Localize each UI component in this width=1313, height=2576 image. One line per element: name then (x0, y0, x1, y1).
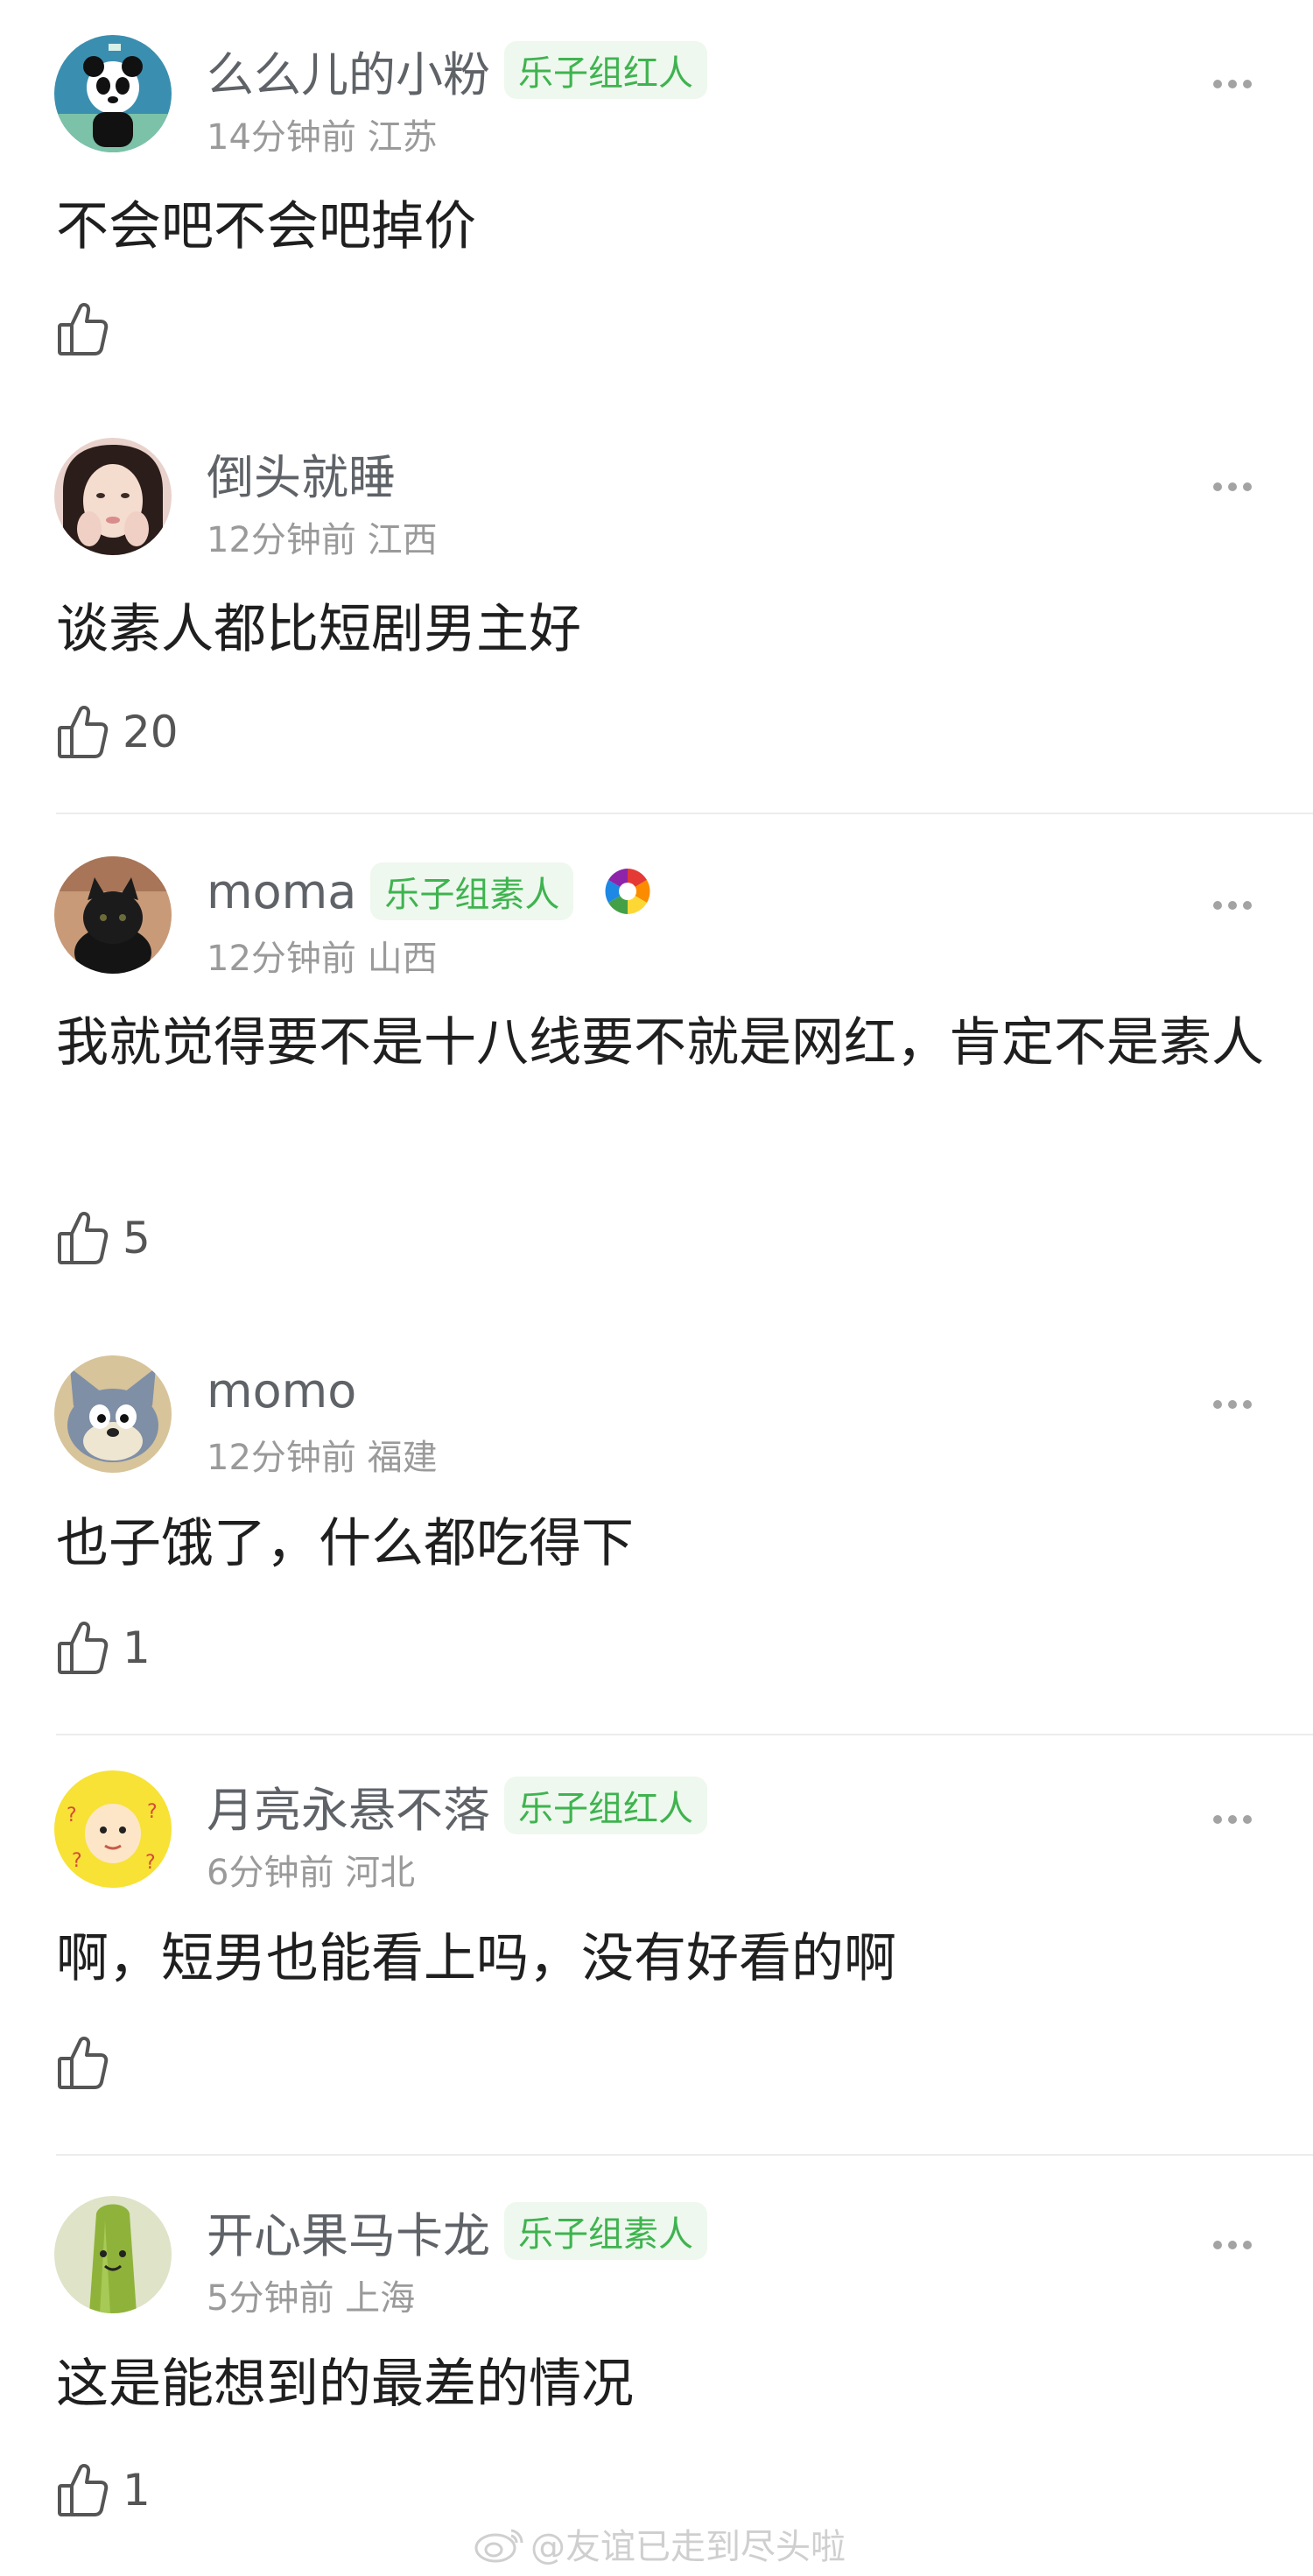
cartoon-baby-avatar[interactable]: ? ? ? ? (54, 1770, 172, 1888)
divider (56, 2154, 1313, 2156)
more-options-icon[interactable] (1206, 2219, 1259, 2271)
watermark-text: @友谊已走到尽头啦 (530, 2527, 846, 2567)
svg-text:?: ? (147, 1801, 158, 1823)
like-button[interactable]: 1 (56, 2455, 151, 2525)
panda-avatar[interactable] (54, 35, 172, 152)
thumbs-up-icon (58, 705, 109, 758)
comment-meta: 12分钟前 江西 (207, 511, 438, 562)
more-options-icon[interactable] (1206, 879, 1259, 932)
comment-meta: 6分钟前 河北 (207, 1844, 415, 1895)
user-tag[interactable]: 乐子组素人 (370, 862, 574, 920)
svg-text:?: ? (67, 1805, 77, 1826)
like-count: 20 (123, 707, 179, 757)
more-options-icon[interactable] (1206, 1793, 1259, 1846)
user-tag[interactable]: 乐子组素人 (504, 2202, 707, 2260)
comment-location: 上海 (345, 2278, 416, 2319)
comment-text: 也子饿了，什么都吃得下 (56, 1513, 634, 1574)
thumbs-up-icon (58, 2036, 109, 2089)
comment-item: momo 12分钟前 福建 也子饿了，什么都吃得下 1 (0, 1320, 1313, 1735)
more-options-icon[interactable] (1206, 461, 1259, 513)
comment-text: 不会吧不会吧掉价 (56, 196, 476, 257)
comment-time: 12分钟前 (207, 939, 356, 979)
comment-item: 倒头就睡 12分钟前 江西 谈素人都比短剧男主好 20 (0, 403, 1313, 814)
cartoon-cat-avatar[interactable] (54, 1355, 172, 1473)
like-count: 1 (123, 1622, 151, 1673)
comment-item: moma 乐子组素人 12分钟前 山西 我就觉得要不是十八线要不就是网红，肯定不… (0, 821, 1313, 1264)
thumbs-up-icon (58, 302, 109, 355)
user-tag[interactable]: 乐子组红人 (504, 41, 707, 99)
like-button[interactable]: 20 (56, 697, 179, 767)
thumbs-up-icon (58, 1621, 109, 1674)
svg-text:?: ? (72, 1850, 82, 1872)
comment-list: 么么儿的小粉 乐子组红人 14分钟前 江苏 不会吧不会吧掉价 倒头就睡 12分钟… (0, 0, 1313, 2576)
more-options-icon[interactable] (1206, 58, 1259, 110)
username[interactable]: moma (207, 864, 356, 919)
comment-location: 江苏 (367, 117, 438, 158)
comment-meta: 12分钟前 福建 (207, 1429, 438, 1480)
comment-item: ? ? ? ? 月亮永悬不落 乐子组红人 6分钟前 河北 啊，短男也能看上吗，没… (0, 1735, 1313, 2156)
username[interactable]: 么么儿的小粉 (207, 36, 490, 105)
weibo-logo-icon (474, 2529, 523, 2563)
user-tag[interactable]: 乐子组红人 (504, 1777, 707, 1834)
black-cat-avatar[interactable] (54, 856, 172, 974)
thumbs-up-icon (58, 2463, 109, 2516)
svg-text:?: ? (145, 1852, 156, 1874)
comment-meta: 12分钟前 山西 (207, 930, 438, 981)
thumbs-up-icon (58, 1211, 109, 1264)
comment-time: 14分钟前 (207, 117, 356, 158)
like-button[interactable]: 5 (56, 1203, 151, 1273)
comment-text: 啊，短男也能看上吗，没有好看的啊 (56, 1928, 896, 1989)
comment-text: 谈素人都比短剧男主好 (56, 599, 581, 660)
comment-location: 山西 (367, 939, 438, 979)
rainbow-badge-icon (605, 869, 651, 914)
divider (56, 813, 1313, 814)
username[interactable]: 倒头就睡 (207, 439, 396, 508)
like-button[interactable]: 1 (56, 1613, 151, 1683)
comment-meta: 14分钟前 江苏 (207, 109, 438, 159)
watermark: @友谊已走到尽头啦 (473, 2518, 846, 2569)
comment-time: 12分钟前 (207, 1438, 356, 1478)
like-count: 1 (123, 2465, 151, 2516)
comment-time: 12分钟前 (207, 520, 356, 560)
username[interactable]: 开心果马卡龙 (207, 2197, 490, 2266)
girl-avatar[interactable] (54, 438, 172, 555)
like-button[interactable] (56, 2028, 123, 2098)
comment-location: 福建 (367, 1438, 438, 1478)
comment-text: 这是能想到的最差的情况 (56, 2354, 634, 2415)
green-vegetable-avatar[interactable] (54, 2196, 172, 2313)
like-count: 5 (123, 1213, 151, 1263)
comment-time: 6分钟前 (207, 1853, 334, 1893)
comment-location: 江西 (367, 520, 438, 560)
username[interactable]: momo (207, 1363, 356, 1418)
comment-text: 我就觉得要不是十八线要不就是网红，肯定不是素人 (56, 1012, 1264, 1073)
like-button[interactable] (56, 294, 123, 364)
comment-time: 5分钟前 (207, 2278, 334, 2319)
username[interactable]: 月亮永悬不落 (207, 1771, 490, 1841)
comment-meta: 5分钟前 上海 (207, 2270, 415, 2320)
comment-item: 么么儿的小粉 乐子组红人 14分钟前 江苏 不会吧不会吧掉价 (0, 0, 1313, 412)
more-options-icon[interactable] (1206, 1378, 1259, 1431)
comment-item: 开心果马卡龙 乐子组素人 5分钟前 上海 这是能想到的最差的情况 1 (0, 2161, 1313, 2572)
comment-location: 河北 (345, 1853, 416, 1893)
